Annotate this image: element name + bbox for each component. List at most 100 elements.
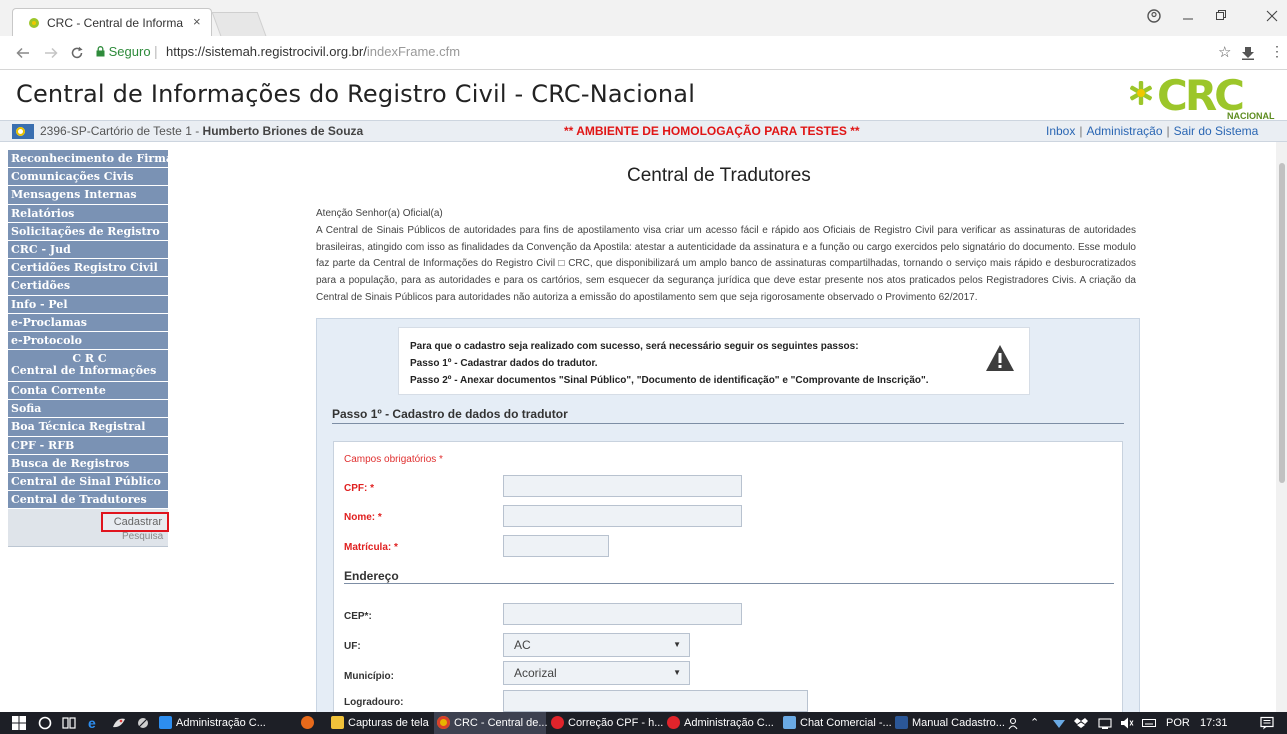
opera-icon <box>551 716 564 729</box>
url-path: indexFrame.cfm <box>366 44 461 59</box>
taskbar-ie-administracao[interactable]: Administração C... <box>156 712 290 734</box>
menu-crc-central-informacoes[interactable]: C R C Central de Informações <box>8 350 168 383</box>
info-bar: 2396-SP-Cartório de Teste 1 - Humberto B… <box>0 120 1287 142</box>
required-note: Campos obrigatórios * <box>344 454 443 465</box>
taskbar-capturas[interactable]: Capturas de tela <box>328 712 432 734</box>
sair-link[interactable]: Sair do Sistema <box>1174 124 1259 138</box>
submenu-cadastrar[interactable]: Cadastrar <box>101 512 169 533</box>
volume-icon[interactable] <box>1120 716 1134 730</box>
secure-indicator[interactable]: Seguro <box>96 44 151 59</box>
menu-certidoes-registro-civil[interactable]: Certidões Registro Civil <box>8 259 168 278</box>
people-icon[interactable] <box>1008 716 1022 730</box>
taskbar-chrome-crc[interactable]: CRC - Central de... <box>434 712 548 734</box>
nome-label: Nome: * <box>344 512 382 523</box>
dropbox-icon[interactable] <box>1074 716 1088 730</box>
address-bar: Seguro | https://sistemah.registrocivil.… <box>0 36 1287 70</box>
inbox-link[interactable]: Inbox <box>1046 124 1075 138</box>
network-icon[interactable] <box>1098 716 1112 730</box>
menu-mensagens-internas[interactable]: Mensagens Internas <box>8 186 168 205</box>
cep-label: CEP*: <box>344 611 372 622</box>
download-icon[interactable] <box>1242 47 1254 60</box>
menu-solicitacoes-registro[interactable]: Solicitações de Registro <box>8 222 168 241</box>
submenu-pesquisa[interactable]: Pesquisa <box>122 531 163 542</box>
minimize-icon[interactable] <box>1182 13 1194 21</box>
keyboard-icon[interactable] <box>1142 716 1156 730</box>
menu-e-proclamas[interactable]: e-Proclamas <box>8 313 168 332</box>
bookmark-star-icon[interactable]: ☆ <box>1218 43 1231 61</box>
url-separator: | <box>154 43 158 59</box>
menu-central-tradutores[interactable]: Central de Tradutores <box>8 491 168 510</box>
nome-input[interactable] <box>503 505 742 527</box>
edge-icon[interactable]: e <box>88 716 102 730</box>
tab-close-icon[interactable]: × <box>193 14 201 29</box>
cep-input[interactable] <box>503 603 742 625</box>
menu-crc-jud[interactable]: CRC - Jud <box>8 240 168 260</box>
notice-text: Atenção Senhor(a) Oficial(a) A Central d… <box>316 206 1136 307</box>
clock[interactable]: 17:31 <box>1200 712 1228 734</box>
snipping-tool-icon[interactable] <box>136 716 150 730</box>
menu-sofia[interactable]: Sofia <box>8 400 168 419</box>
browser-tab[interactable]: CRC - Central de Informa × <box>12 8 212 36</box>
menu-conta-corrente[interactable]: Conta Corrente <box>8 382 168 401</box>
office-name: 2396-SP-Cartório de Teste 1 - <box>40 124 203 138</box>
taskbar-label-3: CRC - Central de... <box>454 717 548 729</box>
page-title: Central de Tradutores <box>627 165 811 186</box>
tray-app-icon[interactable] <box>1052 716 1066 730</box>
language-indicator[interactable]: POR <box>1166 712 1190 734</box>
top-links: Inbox | Administração | Sair do Sistema <box>1046 124 1259 138</box>
menu-central-sinal-publico[interactable]: Central de Sinal Público <box>8 473 168 492</box>
restore-icon[interactable] <box>1215 9 1227 21</box>
taskbar-word-manual[interactable]: Manual Cadastro... <box>892 712 1005 734</box>
opera-icon-2 <box>667 716 680 729</box>
url-input[interactable]: https://sistemah.registrocivil.org.br/in… <box>166 44 460 59</box>
sidebar-menu: Reconhecimento de Firma Comunicações Civ… <box>8 150 169 548</box>
taskbar-label-5: Administração C... <box>684 717 774 729</box>
menu-reconhecimento-firma[interactable]: Reconhecimento de Firma <box>8 150 168 169</box>
administracao-link[interactable]: Administração <box>1086 124 1162 138</box>
task-view-icon[interactable] <box>62 716 76 730</box>
taskbar-opera-administracao[interactable]: Administração C... <box>664 712 778 734</box>
site-header: Central de Informações do Registro Civil… <box>0 70 1287 120</box>
menu-info-pel[interactable]: Info - Pel <box>8 295 168 314</box>
taskbar-firefox[interactable] <box>298 712 324 734</box>
menu-comunicacoes-civis[interactable]: Comunicações Civis <box>8 168 168 187</box>
menu-kebab-icon[interactable]: ⋮ <box>1270 43 1284 60</box>
menu-certidoes[interactable]: Certidões <box>8 277 168 296</box>
tab-title: CRC - Central de Informa <box>47 16 184 30</box>
reload-icon[interactable] <box>70 46 84 60</box>
profile-icon[interactable] <box>1147 9 1161 23</box>
forward-icon[interactable] <box>44 47 58 59</box>
cortana-search-icon[interactable] <box>38 716 52 730</box>
taskbar-opera-correcao[interactable]: Correção CPF - h... <box>548 712 663 734</box>
menu-boa-tecnica-registral[interactable]: Boa Técnica Registral <box>8 418 168 437</box>
sp-flag-icon <box>12 124 34 139</box>
notice-body: A Central de Sinais Públicos de autorida… <box>316 224 1136 303</box>
page-scrollbar-thumb[interactable] <box>1279 163 1285 483</box>
municipio-label: Município: <box>344 671 394 682</box>
tray-expand-icon[interactable]: ⌃ <box>1030 712 1039 734</box>
crc-favicon-icon <box>29 18 39 28</box>
step-1-text: Passo 1º - Cadastrar dados do tradutor. <box>410 358 598 369</box>
endereco-title: Endereço <box>344 569 399 583</box>
menu-cpf-rfb[interactable]: CPF - RFB <box>8 436 168 455</box>
menu-e-protocolo[interactable]: e-Protocolo <box>8 331 168 351</box>
step-2-text: Passo 2º - Anexar documentos "Sinal Públ… <box>410 375 929 386</box>
step-divider <box>332 423 1124 424</box>
logradouro-input[interactable] <box>503 690 808 712</box>
taskbar-chat-comercial[interactable]: Chat Comercial -... <box>780 712 892 734</box>
close-window-icon[interactable] <box>1266 10 1278 22</box>
uf-select[interactable]: AC ▼ <box>503 633 690 657</box>
notifications-icon[interactable] <box>1260 716 1274 730</box>
windows-start-icon[interactable] <box>12 716 26 730</box>
new-tab-button[interactable] <box>211 12 267 36</box>
back-icon[interactable] <box>16 47 30 59</box>
taskbar-label-6: Chat Comercial -... <box>800 717 892 729</box>
cpf-input[interactable] <box>503 475 742 497</box>
steps-intro: Para que o cadastro seja realizado com s… <box>410 341 859 352</box>
municipio-select[interactable]: Acorizal ▼ <box>503 661 690 685</box>
paint-icon[interactable] <box>112 716 126 730</box>
matricula-input[interactable] <box>503 535 609 557</box>
windows-taskbar: e Administração C... Capturas de tela CR… <box>0 712 1287 734</box>
menu-relatorios[interactable]: Relatórios <box>8 204 168 223</box>
menu-busca-registros[interactable]: Busca de Registros <box>8 454 168 473</box>
